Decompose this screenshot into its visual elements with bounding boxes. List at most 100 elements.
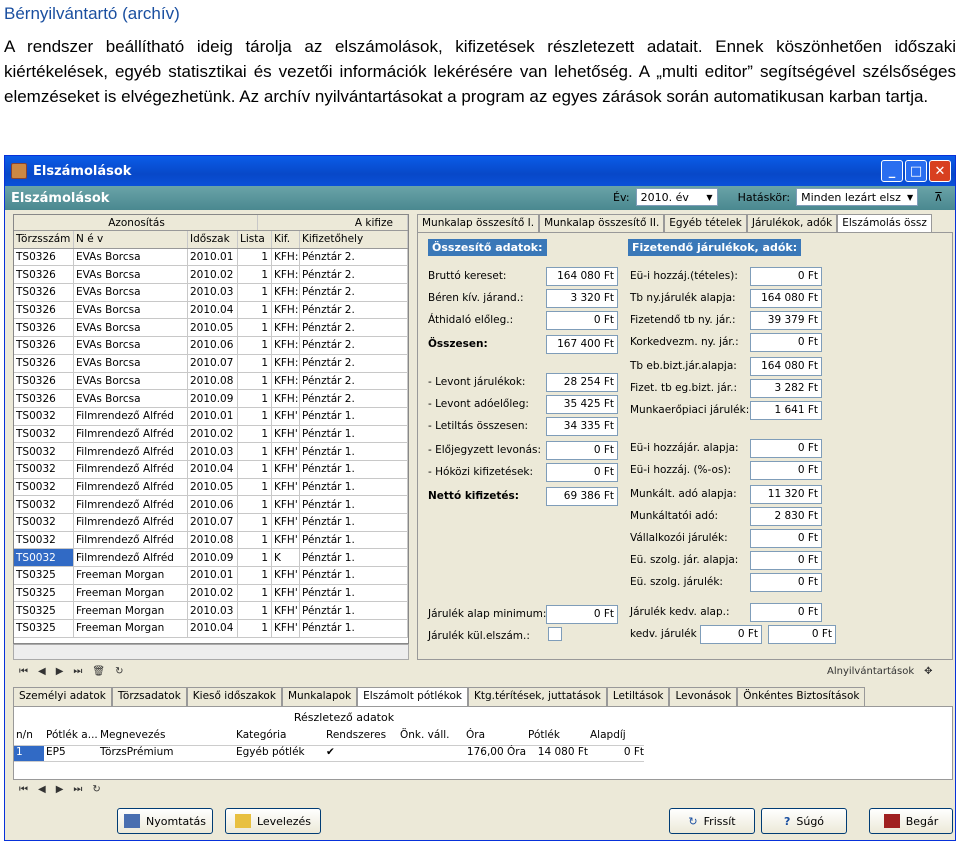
last-record-icon[interactable]: ⏭ (73, 666, 82, 677)
tab-bottom[interactable]: Önkéntes Biztosítások (737, 687, 866, 706)
detail-col-header[interactable]: Önk. váll. (398, 729, 464, 745)
table-row[interactable]: TS0032 Filmrendező Alfréd 2010.07 1 KFH' Pénz… (14, 514, 408, 532)
refresh-detail-icon[interactable]: ↻ (92, 784, 100, 795)
fizetendo-value[interactable]: 2 830 Ft (750, 507, 822, 526)
tab-bottom[interactable]: Ktg.térítések, juttatások (467, 687, 607, 706)
print-button[interactable]: Nyomtatás (117, 808, 213, 834)
close-form-button[interactable]: Begár (869, 808, 953, 834)
table-row[interactable]: TS0326 EVAs Borcsa 2010.03 1 KFH: Pénztár 2. (14, 284, 408, 302)
fizetendo-value[interactable]: 164 080 Ft (750, 357, 822, 376)
fizetendo-value[interactable]: 0 Ft (750, 333, 822, 352)
fizetendo-value[interactable]: 11 320 Ft (750, 485, 822, 504)
table-row[interactable]: TS0326 EVAs Borcsa 2010.01 1 KFH: Pénztár 2. (14, 248, 408, 267)
osszesito-value[interactable]: 3 320 Ft (546, 289, 618, 308)
detail-col-header[interactable]: Kategória (234, 729, 324, 745)
table-row[interactable]: TS0032 Filmrendező Alfréd 2010.06 1 KFH' Pénz… (14, 496, 408, 514)
grid-col-header[interactable]: Időszak (188, 231, 238, 248)
fizetendo-value[interactable]: 164 080 Ft (750, 289, 822, 308)
osszesito-value[interactable]: 28 254 Ft (546, 373, 618, 392)
first-record-icon[interactable]: ⏮ (19, 666, 28, 677)
hatasker-select[interactable]: Minden lezárt elszám ▼ (796, 188, 919, 206)
table-row[interactable]: TS0325 Freeman Morgan 2010.04 1 KFH' Pénztár … (14, 620, 408, 638)
close-button[interactable]: ✕ (929, 160, 951, 182)
osszesito-value[interactable]: 34 335 Ft (546, 417, 618, 436)
delete-record-icon[interactable]: 🗑 (92, 666, 105, 677)
osszesito-value[interactable]: 0 Ft (546, 605, 618, 624)
fizetendo-value[interactable]: 0 Ft (768, 625, 836, 644)
osszesito-value[interactable]: 167 400 Ft (546, 335, 618, 354)
table-row[interactable]: TS0032 Filmrendező Alfréd 2010.02 1 KFH' Pénz… (14, 425, 408, 444)
detail-row[interactable]: 1 EP5 TörzsPrémium Egyéb pótlék ✔ 176,00 Óra 1… (14, 745, 644, 762)
prev-detail-icon[interactable]: ◀ (38, 784, 46, 795)
tab-bottom[interactable]: Kieső időszakok (186, 687, 282, 706)
detail-col-header[interactable]: Pótlék a... (44, 729, 98, 745)
table-row[interactable]: TS0032 Filmrendező Alfréd 2010.01 1 KFH' Pénz… (14, 407, 408, 426)
fizetendo-value[interactable]: 0 Ft (700, 625, 762, 644)
osszesito-value[interactable]: 69 386 Ft (546, 487, 618, 506)
table-row[interactable]: TS0326 EVAs Borcsa 2010.04 1 KFH: Pénztár 2. (14, 301, 408, 320)
grid-col-header[interactable]: N é v (74, 231, 188, 248)
table-row[interactable]: TS0032 Filmrendező Alfréd 2010.04 1 KFH' Pénz… (14, 460, 408, 479)
horizontal-scrollbar[interactable] (13, 644, 409, 660)
pin-icon[interactable]: ⊼ (934, 190, 943, 204)
fizetendo-value[interactable]: 3 282 Ft (750, 379, 822, 398)
jarulek-kulelszam-checkbox[interactable] (548, 627, 562, 641)
table-row[interactable]: TS0325 Freeman Morgan 2010.01 1 KFH' Pénztár … (14, 567, 408, 585)
last-detail-icon[interactable]: ⏭ (73, 784, 82, 795)
fizetendo-value[interactable]: 39 379 Ft (750, 311, 822, 330)
refresh-record-icon[interactable]: ↻ (115, 666, 123, 677)
fizetendo-value[interactable]: 0 Ft (750, 573, 822, 592)
fizetendo-value[interactable]: 0 Ft (750, 461, 822, 480)
detail-col-header[interactable]: n/n (14, 729, 44, 745)
alnyilvantartasok-link[interactable]: Alnyilvántartások ✥ (827, 666, 933, 677)
tab-bottom[interactable]: Elszámolt pótlékok (357, 687, 468, 706)
refresh-button[interactable]: ↻ Frissít (669, 808, 755, 834)
table-row[interactable]: TS0032 Filmrendező Alfréd 2010.08 1 KFH' Pénz… (14, 531, 408, 550)
next-detail-icon[interactable]: ▶ (56, 784, 64, 795)
tab-right[interactable]: Egyéb tételek (664, 214, 747, 232)
tab-right[interactable]: Munkalap összesítő I. (417, 214, 540, 232)
tab-right[interactable]: Munkalap összesítő II. (539, 214, 665, 232)
table-row[interactable]: TS0032 Filmrendező Alfréd 2010.09 1 K Pénztár… (14, 549, 408, 568)
tab-bottom[interactable]: Törzsadatok (111, 687, 187, 706)
detail-col-header[interactable]: Alapdíj (588, 729, 644, 745)
tab-right[interactable]: Járulékok, adók (746, 214, 838, 232)
detail-col-header[interactable]: Rendszeres (324, 729, 398, 745)
table-row[interactable]: TS0326 EVAs Borcsa 2010.02 1 KFH: Pénztár 2. (14, 266, 408, 285)
maximize-button[interactable]: □ (905, 160, 927, 182)
detail-col-header[interactable]: Óra (464, 729, 526, 745)
tab-bottom[interactable]: Munkalapok (281, 687, 358, 706)
help-button[interactable]: ? Súgó (761, 808, 847, 834)
ev-select[interactable]: 2010. év ▼ (635, 188, 718, 206)
table-row[interactable]: TS0326 EVAs Borcsa 2010.09 1 KFH: Pénztár 2. (14, 390, 408, 408)
prev-record-icon[interactable]: ◀ (38, 666, 46, 677)
detail-col-header[interactable]: Pótlék (526, 729, 588, 745)
first-detail-icon[interactable]: ⏮ (19, 784, 28, 795)
tab-right[interactable]: Elszámolás össz (837, 214, 932, 232)
mail-button[interactable]: Levelezés (225, 808, 321, 834)
osszesito-value[interactable]: 35 425 Ft (546, 395, 618, 414)
grid-col-header[interactable]: Kifizetőhely (300, 231, 408, 248)
table-row[interactable]: TS0326 EVAs Borcsa 2010.05 1 KFH: Pénztár 2. (14, 319, 408, 338)
fizetendo-value[interactable]: 0 Ft (750, 551, 822, 570)
table-row[interactable]: TS0032 Filmrendező Alfréd 2010.05 1 KFH' Pénz… (14, 478, 408, 497)
osszesito-value[interactable]: 0 Ft (546, 463, 618, 482)
next-record-icon[interactable]: ▶ (56, 666, 64, 677)
tab-bottom[interactable]: Személyi adatok (13, 687, 112, 706)
move-icon[interactable]: ✥ (924, 666, 932, 677)
tab-bottom[interactable]: Letiltások (606, 687, 670, 706)
fizetendo-value[interactable]: 0 Ft (750, 267, 822, 286)
minimize-button[interactable]: _ (881, 160, 903, 182)
fizetendo-value[interactable]: 1 641 Ft (750, 401, 822, 420)
osszesito-value[interactable]: 0 Ft (546, 311, 618, 330)
osszesito-value[interactable]: 164 080 Ft (546, 267, 618, 286)
grid-col-header[interactable]: Kif. (272, 231, 300, 248)
tab-bottom[interactable]: Levonások (669, 687, 738, 706)
grid-col-header[interactable]: Törzsszám (14, 231, 74, 248)
osszesito-value[interactable]: 0 Ft (546, 441, 618, 460)
window-titlebar[interactable]: Elszámolások _ □ ✕ (5, 156, 955, 186)
fizetendo-value[interactable]: 0 Ft (750, 603, 822, 622)
fizetendo-value[interactable]: 0 Ft (750, 529, 822, 548)
table-row[interactable]: TS0326 EVAs Borcsa 2010.07 1 KFH: Pénztár 2. (14, 354, 408, 373)
detail-col-header[interactable]: Megnevezés (98, 729, 234, 745)
